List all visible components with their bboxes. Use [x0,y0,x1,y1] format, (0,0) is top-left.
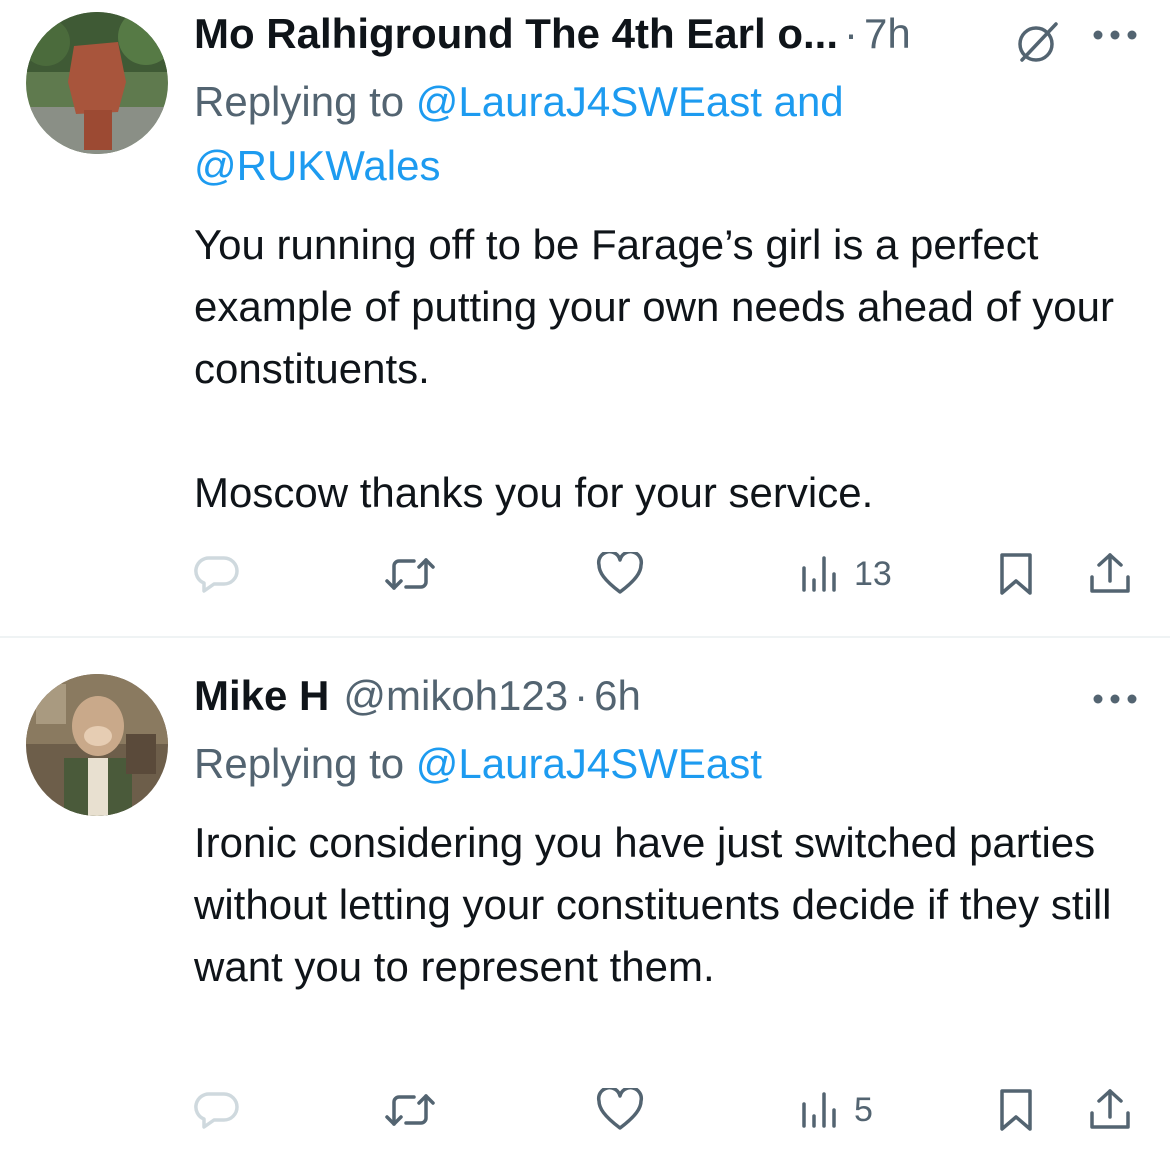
retweet-icon [385,1094,435,1126]
views-button[interactable]: 5 [796,1080,873,1140]
retweet-button[interactable] [384,1080,436,1140]
reply-icon [194,1092,239,1129]
tweet-text: Ironic considering you have just switche… [194,812,1144,998]
bookmark-icon [1000,553,1032,595]
user-handle[interactable]: @mikoh123 [343,672,568,719]
action-bar: 5 [0,1080,1170,1140]
mention-link[interactable]: @LauraJ4SWEast [416,78,762,125]
avatar[interactable] [26,12,168,154]
replying-prefix: Replying to [194,740,405,787]
tweet-header: Mo Ralhiground The 4th Earl o... · 7h [194,6,911,62]
tweet-paragraph: You running off to be Farage’s girl is a… [194,221,1114,392]
tweet-text: You running off to be Farage’s girl is a… [194,214,1144,524]
replying-to: Replying to @LauraJ4SWEast [194,732,1124,796]
mention-joiner: and [773,78,844,125]
more-icon[interactable] [1090,28,1140,40]
bookmark-icon [1000,1089,1032,1131]
bookmark-button[interactable] [996,544,1036,604]
timestamp[interactable]: 7h [864,10,911,57]
share-icon [1090,553,1130,593]
reply-icon [194,556,239,593]
share-button[interactable] [1086,1080,1134,1140]
like-button[interactable] [596,1080,644,1140]
views-count: 13 [854,554,892,593]
tweet[interactable]: Mo Ralhiground The 4th Earl o... · 7h Repl… [0,0,1170,637]
share-icon [1090,1089,1130,1129]
separator: · [574,672,589,719]
views-icon [802,1092,836,1128]
display-name[interactable]: Mike H [194,672,329,719]
avatar-image [26,674,168,816]
retweet-button[interactable] [384,544,436,604]
like-button[interactable] [596,544,644,604]
grok-icon[interactable] [1016,20,1060,64]
retweet-icon [385,558,435,590]
reply-button[interactable] [194,544,240,604]
avatar-image [26,12,168,154]
heart-icon [596,552,644,594]
separator: · [844,10,859,57]
avatar[interactable] [26,674,168,816]
action-bar: 13 [0,544,1170,604]
mention-link[interactable]: @LauraJ4SWEast [416,740,762,787]
tweet[interactable]: Mike H @mikoh123 · 6h Replying to @LauraJ4S… [0,638,1170,1176]
replying-to: Replying to @LauraJ4SWEast and @RUKWales [194,70,1124,198]
tweet-paragraph: Ironic considering you have just switche… [194,819,1112,990]
bookmark-button[interactable] [996,1080,1036,1140]
reply-button[interactable] [194,1080,240,1140]
display-name[interactable]: Mo Ralhiground The 4th Earl o... [194,10,838,57]
heart-icon [596,1088,644,1130]
timestamp[interactable]: 6h [594,672,641,719]
views-icon [802,556,836,592]
tweet-header: Mike H @mikoh123 · 6h [194,668,641,724]
views-count: 5 [854,1090,873,1129]
more-icon[interactable] [1090,692,1140,704]
replying-prefix: Replying to [194,78,405,125]
tweet-paragraph: Moscow thanks you for your service. [194,469,874,516]
mention-link[interactable]: @RUKWales [194,142,440,189]
share-button[interactable] [1086,544,1134,604]
views-button[interactable]: 13 [796,544,892,604]
